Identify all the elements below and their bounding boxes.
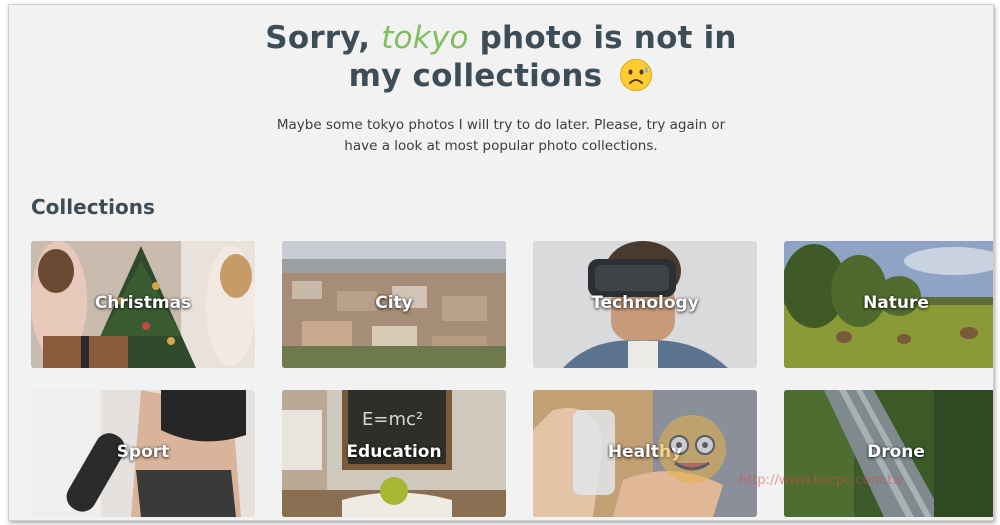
- sad-face-with-sweat-icon: [620, 59, 653, 91]
- collection-card-drone[interactable]: Drone: [784, 390, 993, 517]
- collection-label: Nature: [863, 293, 929, 313]
- collections-heading: Collections: [31, 195, 155, 219]
- collection-label: Healthy: [607, 442, 683, 462]
- collection-label: Sport: [116, 442, 170, 462]
- page-frame: Sorry, tokyo photo is not in my collecti…: [8, 4, 994, 521]
- collection-card-education[interactable]: E=mc² Education: [282, 390, 506, 517]
- collection-label: Technology: [591, 293, 699, 313]
- title-prefix: Sorry,: [265, 20, 371, 56]
- collection-card-city[interactable]: City: [282, 241, 506, 368]
- title-suffix: photo is not in: [479, 20, 737, 56]
- title-line-2: my collections: [9, 57, 993, 95]
- title-line-2-text: my collections: [348, 58, 603, 94]
- collection-label: Education: [346, 442, 442, 462]
- collection-label: City: [375, 293, 413, 313]
- message-line-2: have a look at most popular photo collec…: [344, 138, 658, 154]
- page-title: Sorry, tokyo photo is not in my collecti…: [9, 19, 993, 95]
- not-found-message: Maybe some tokyo photos I will try to do…: [9, 115, 993, 157]
- collection-card-sport[interactable]: Sport: [31, 390, 255, 517]
- collection-label: Christmas: [94, 293, 192, 313]
- collection-card-christmas[interactable]: Christmas: [31, 241, 255, 368]
- collection-card-nature[interactable]: Nature: [784, 241, 993, 368]
- search-query: tokyo: [381, 20, 469, 56]
- collection-label: Drone: [867, 442, 925, 462]
- svg-text:E=mc²: E=mc²: [362, 409, 423, 430]
- collection-card-healthy[interactable]: Healthy: [533, 390, 757, 517]
- collection-card-technology[interactable]: Technology: [533, 241, 757, 368]
- title-line-1: Sorry, tokyo photo is not in: [9, 19, 993, 57]
- message-line-1: Maybe some tokyo photos I will try to do…: [276, 117, 726, 133]
